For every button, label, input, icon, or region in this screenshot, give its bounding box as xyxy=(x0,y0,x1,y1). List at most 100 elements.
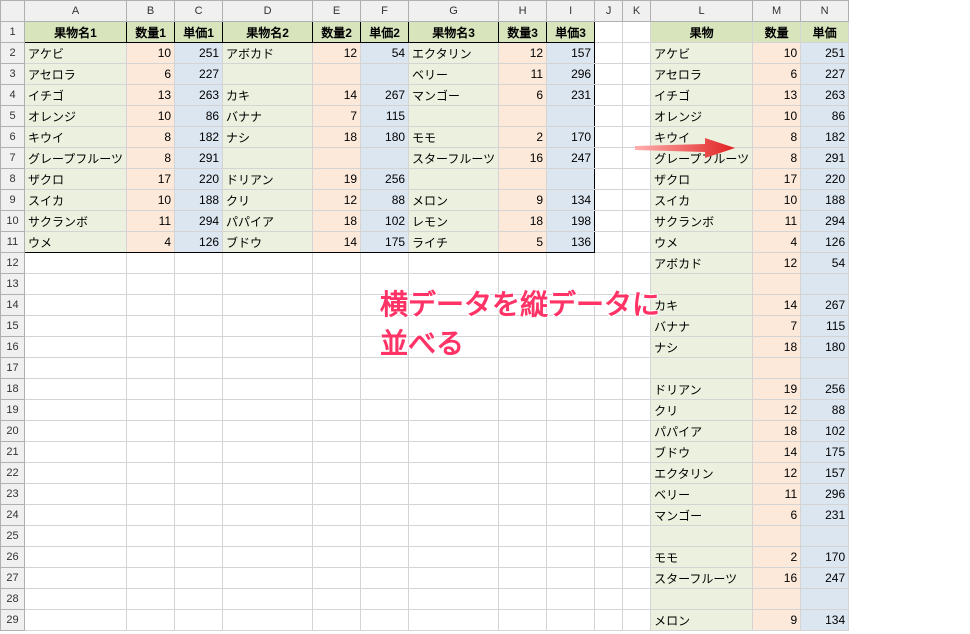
cell-B5[interactable]: 10 xyxy=(127,106,175,127)
cell-F29[interactable] xyxy=(361,610,409,631)
cell-B9[interactable]: 10 xyxy=(127,190,175,211)
cell-C22[interactable] xyxy=(175,463,223,484)
cell-E1[interactable]: 数量2 xyxy=(313,22,361,43)
cell-D26[interactable] xyxy=(223,547,313,568)
row-header[interactable]: 23 xyxy=(1,484,25,505)
cell-F9[interactable]: 88 xyxy=(361,190,409,211)
cell-A7[interactable]: グレープフルーツ xyxy=(25,148,127,169)
cell-C14[interactable] xyxy=(175,295,223,316)
cell-D2[interactable]: アボカド xyxy=(223,43,313,64)
row-header[interactable]: 27 xyxy=(1,568,25,589)
cell-F26[interactable] xyxy=(361,547,409,568)
cell-H21[interactable] xyxy=(499,442,547,463)
row-header[interactable]: 10 xyxy=(1,211,25,232)
cell-G25[interactable] xyxy=(409,526,499,547)
cell-D12[interactable] xyxy=(223,253,313,274)
cell-D15[interactable] xyxy=(223,316,313,337)
cell-L2[interactable]: アケビ xyxy=(651,43,753,64)
cell-J25[interactable] xyxy=(595,526,623,547)
cell-J7[interactable] xyxy=(595,148,623,169)
row-header[interactable]: 21 xyxy=(1,442,25,463)
cell-M12[interactable]: 12 xyxy=(753,253,801,274)
cell-B29[interactable] xyxy=(127,610,175,631)
cell-E21[interactable] xyxy=(313,442,361,463)
cell-K19[interactable] xyxy=(623,400,651,421)
cell-F10[interactable]: 102 xyxy=(361,211,409,232)
cell-E18[interactable] xyxy=(313,379,361,400)
cell-N15[interactable]: 115 xyxy=(801,316,849,337)
cell-N11[interactable]: 126 xyxy=(801,232,849,253)
cell-N26[interactable]: 170 xyxy=(801,547,849,568)
col-header[interactable]: G xyxy=(409,1,499,22)
cell-G27[interactable] xyxy=(409,568,499,589)
cell-J21[interactable] xyxy=(595,442,623,463)
cell-H22[interactable] xyxy=(499,463,547,484)
cell-B3[interactable]: 6 xyxy=(127,64,175,85)
cell-H25[interactable] xyxy=(499,526,547,547)
cell-A8[interactable]: ザクロ xyxy=(25,169,127,190)
cell-L9[interactable]: スイカ xyxy=(651,190,753,211)
cell-A27[interactable] xyxy=(25,568,127,589)
cell-L1[interactable]: 果物 xyxy=(651,22,753,43)
cell-I28[interactable] xyxy=(547,589,595,610)
cell-N14[interactable]: 267 xyxy=(801,295,849,316)
cell-G23[interactable] xyxy=(409,484,499,505)
cell-D8[interactable]: ドリアン xyxy=(223,169,313,190)
cell-G7[interactable]: スターフルーツ xyxy=(409,148,499,169)
cell-E24[interactable] xyxy=(313,505,361,526)
cell-M7[interactable]: 8 xyxy=(753,148,801,169)
row-header[interactable]: 28 xyxy=(1,589,25,610)
cell-J4[interactable] xyxy=(595,85,623,106)
cell-B14[interactable] xyxy=(127,295,175,316)
cell-C8[interactable]: 220 xyxy=(175,169,223,190)
row-header[interactable]: 7 xyxy=(1,148,25,169)
cell-J9[interactable] xyxy=(595,190,623,211)
cell-M24[interactable]: 6 xyxy=(753,505,801,526)
col-header[interactable]: D xyxy=(223,1,313,22)
cell-A26[interactable] xyxy=(25,547,127,568)
cell-L15[interactable]: バナナ xyxy=(651,316,753,337)
cell-J12[interactable] xyxy=(595,253,623,274)
cell-D21[interactable] xyxy=(223,442,313,463)
cell-I9[interactable]: 134 xyxy=(547,190,595,211)
cell-D13[interactable] xyxy=(223,274,313,295)
cell-E3[interactable] xyxy=(313,64,361,85)
cell-I24[interactable] xyxy=(547,505,595,526)
col-header[interactable]: A xyxy=(25,1,127,22)
cell-L16[interactable]: ナシ xyxy=(651,337,753,358)
cell-M2[interactable]: 10 xyxy=(753,43,801,64)
cell-F23[interactable] xyxy=(361,484,409,505)
cell-M29[interactable]: 9 xyxy=(753,610,801,631)
cell-F25[interactable] xyxy=(361,526,409,547)
cell-L10[interactable]: サクランボ xyxy=(651,211,753,232)
cell-M22[interactable]: 12 xyxy=(753,463,801,484)
cell-E5[interactable]: 7 xyxy=(313,106,361,127)
cell-I4[interactable]: 231 xyxy=(547,85,595,106)
cell-C17[interactable] xyxy=(175,358,223,379)
cell-I23[interactable] xyxy=(547,484,595,505)
cell-F19[interactable] xyxy=(361,400,409,421)
cell-N17[interactable] xyxy=(801,358,849,379)
cell-B27[interactable] xyxy=(127,568,175,589)
cell-E2[interactable]: 12 xyxy=(313,43,361,64)
cell-L27[interactable]: スターフルーツ xyxy=(651,568,753,589)
cell-M1[interactable]: 数量 xyxy=(753,22,801,43)
cell-M11[interactable]: 4 xyxy=(753,232,801,253)
cell-E28[interactable] xyxy=(313,589,361,610)
cell-A12[interactable] xyxy=(25,253,127,274)
cell-E19[interactable] xyxy=(313,400,361,421)
cell-C1[interactable]: 単価1 xyxy=(175,22,223,43)
cell-E9[interactable]: 12 xyxy=(313,190,361,211)
cell-H6[interactable]: 2 xyxy=(499,127,547,148)
cell-A4[interactable]: イチゴ xyxy=(25,85,127,106)
col-header[interactable]: B xyxy=(127,1,175,22)
cell-I26[interactable] xyxy=(547,547,595,568)
cell-M15[interactable]: 7 xyxy=(753,316,801,337)
cell-M13[interactable] xyxy=(753,274,801,295)
cell-F11[interactable]: 175 xyxy=(361,232,409,253)
cell-F28[interactable] xyxy=(361,589,409,610)
cell-J1[interactable] xyxy=(595,22,623,43)
cell-K9[interactable] xyxy=(623,190,651,211)
col-header[interactable]: N xyxy=(801,1,849,22)
cell-E20[interactable] xyxy=(313,421,361,442)
